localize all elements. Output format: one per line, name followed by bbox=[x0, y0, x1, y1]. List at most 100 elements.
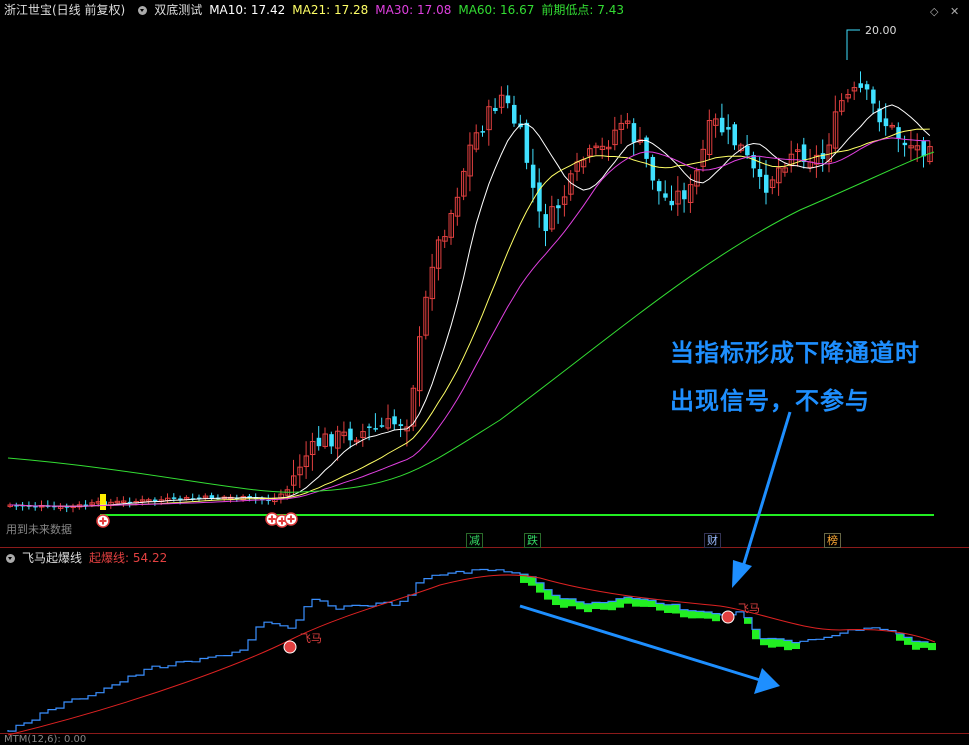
down-channel-block bbox=[712, 613, 720, 622]
ma30-line bbox=[10, 137, 930, 507]
candle-body bbox=[556, 205, 561, 209]
candle-body bbox=[921, 140, 926, 157]
down-channel-block bbox=[632, 598, 640, 607]
event-tag-4[interactable]: 榜 bbox=[824, 533, 841, 548]
down-channel-block bbox=[536, 582, 544, 593]
down-channel-block bbox=[560, 598, 568, 608]
candle-body bbox=[398, 424, 404, 427]
down-channel-block bbox=[704, 611, 712, 619]
candle-body bbox=[751, 155, 756, 169]
down-channel-block bbox=[672, 604, 680, 614]
annotation-arrows bbox=[519, 411, 792, 694]
highlight-candle bbox=[100, 494, 106, 510]
down-channel-block bbox=[528, 576, 536, 586]
down-channel-block bbox=[776, 638, 784, 647]
future-data-note: 用到未来数据 bbox=[6, 523, 72, 536]
down-channel-block bbox=[784, 640, 792, 651]
down-channel-block bbox=[656, 603, 664, 611]
sub-indicator-value: 起爆线: 54.22 bbox=[89, 551, 168, 565]
sub-indicator-name[interactable]: 飞马起爆线 bbox=[22, 548, 82, 568]
callout-arrowhead bbox=[732, 560, 752, 588]
down-channel-block bbox=[544, 589, 552, 600]
down-channel-block bbox=[768, 638, 776, 648]
candle-body bbox=[316, 437, 322, 447]
chart-canvas[interactable]: 飞马飞马 20.00 bbox=[0, 0, 969, 743]
candle-body bbox=[373, 428, 378, 430]
candle-body bbox=[493, 107, 498, 112]
candle-body bbox=[543, 214, 548, 232]
annotation-line-1: 当指标形成下降通道时 bbox=[670, 339, 920, 367]
fly-signal-icon bbox=[283, 640, 297, 654]
candle-body bbox=[757, 169, 763, 177]
down-channel-block bbox=[688, 610, 696, 619]
candle-body bbox=[152, 499, 158, 502]
mtm-readout: MTM(12,6): 0.00 bbox=[4, 734, 87, 745]
down-channel-block bbox=[584, 603, 592, 613]
down-channel-block bbox=[552, 595, 560, 606]
down-channel-block bbox=[760, 638, 768, 646]
down-channel-block bbox=[792, 642, 800, 650]
annotation-line-2: 出现信号，不参与 bbox=[670, 387, 870, 415]
candle-body bbox=[858, 83, 863, 88]
down-channel-block bbox=[576, 601, 584, 610]
candle-body bbox=[367, 426, 372, 428]
down-channel-block bbox=[624, 597, 632, 604]
ma60-line bbox=[7, 151, 935, 493]
price-high-label: 20.00 bbox=[865, 24, 897, 37]
down-channel-block bbox=[664, 604, 672, 613]
down-channel-block bbox=[912, 641, 920, 650]
candlestick-series bbox=[7, 29, 934, 528]
down-channel-block bbox=[592, 602, 600, 609]
candle-body bbox=[682, 190, 687, 200]
candle-body bbox=[726, 127, 731, 130]
candle-body bbox=[329, 434, 334, 447]
candle-body bbox=[902, 142, 908, 146]
candle-body bbox=[745, 145, 750, 156]
candle-body bbox=[883, 118, 889, 127]
sub-indicator-series: 飞马飞马 bbox=[7, 568, 936, 736]
down-channel-block bbox=[600, 602, 608, 610]
candle-body bbox=[650, 156, 656, 181]
trend-arrowhead bbox=[754, 668, 780, 694]
fly-signal-label: 飞马 bbox=[300, 632, 322, 645]
event-tag-3[interactable]: 财 bbox=[704, 533, 721, 548]
candle-body bbox=[719, 117, 725, 133]
event-tag-2[interactable]: 跌 bbox=[524, 533, 541, 548]
candle-body bbox=[631, 123, 637, 143]
candle-body bbox=[530, 164, 536, 188]
down-channel-block bbox=[608, 601, 616, 611]
down-channel-block bbox=[680, 609, 688, 618]
callout-arrow-line bbox=[740, 411, 792, 571]
candle-body bbox=[669, 200, 674, 206]
high-marker bbox=[846, 29, 860, 60]
sub-chart-header: 飞马起爆线 起爆线: 54.22 bbox=[0, 548, 174, 568]
fly-signal-label: 飞马 bbox=[738, 602, 760, 615]
fly-signal-icon bbox=[721, 610, 735, 624]
candle-body bbox=[392, 416, 397, 425]
candle-body bbox=[505, 95, 511, 104]
dropdown-icon[interactable] bbox=[6, 553, 15, 563]
down-channel-block bbox=[896, 633, 904, 641]
moving-averages bbox=[7, 104, 935, 507]
down-channel-block bbox=[920, 641, 928, 648]
candle-body bbox=[379, 425, 385, 427]
down-channel-block bbox=[744, 617, 752, 624]
candle-body bbox=[348, 428, 353, 441]
candle-body bbox=[512, 104, 517, 124]
down-channel-block bbox=[648, 600, 656, 607]
candle-body bbox=[871, 89, 876, 104]
candle-body bbox=[732, 124, 737, 146]
candle-body bbox=[764, 174, 769, 193]
candle-body bbox=[524, 122, 530, 163]
down-channel-block bbox=[640, 599, 648, 607]
down-channel-block bbox=[904, 637, 912, 645]
breakout-line bbox=[7, 574, 936, 736]
candle-body bbox=[480, 131, 485, 133]
candle-body bbox=[656, 181, 662, 192]
momentum-step-line bbox=[7, 568, 929, 732]
candle-body bbox=[663, 193, 668, 198]
down-channel-block bbox=[568, 598, 576, 607]
down-channel-block bbox=[696, 611, 704, 619]
event-tag-1[interactable]: 减 bbox=[466, 533, 483, 548]
down-channel-block bbox=[752, 629, 760, 640]
